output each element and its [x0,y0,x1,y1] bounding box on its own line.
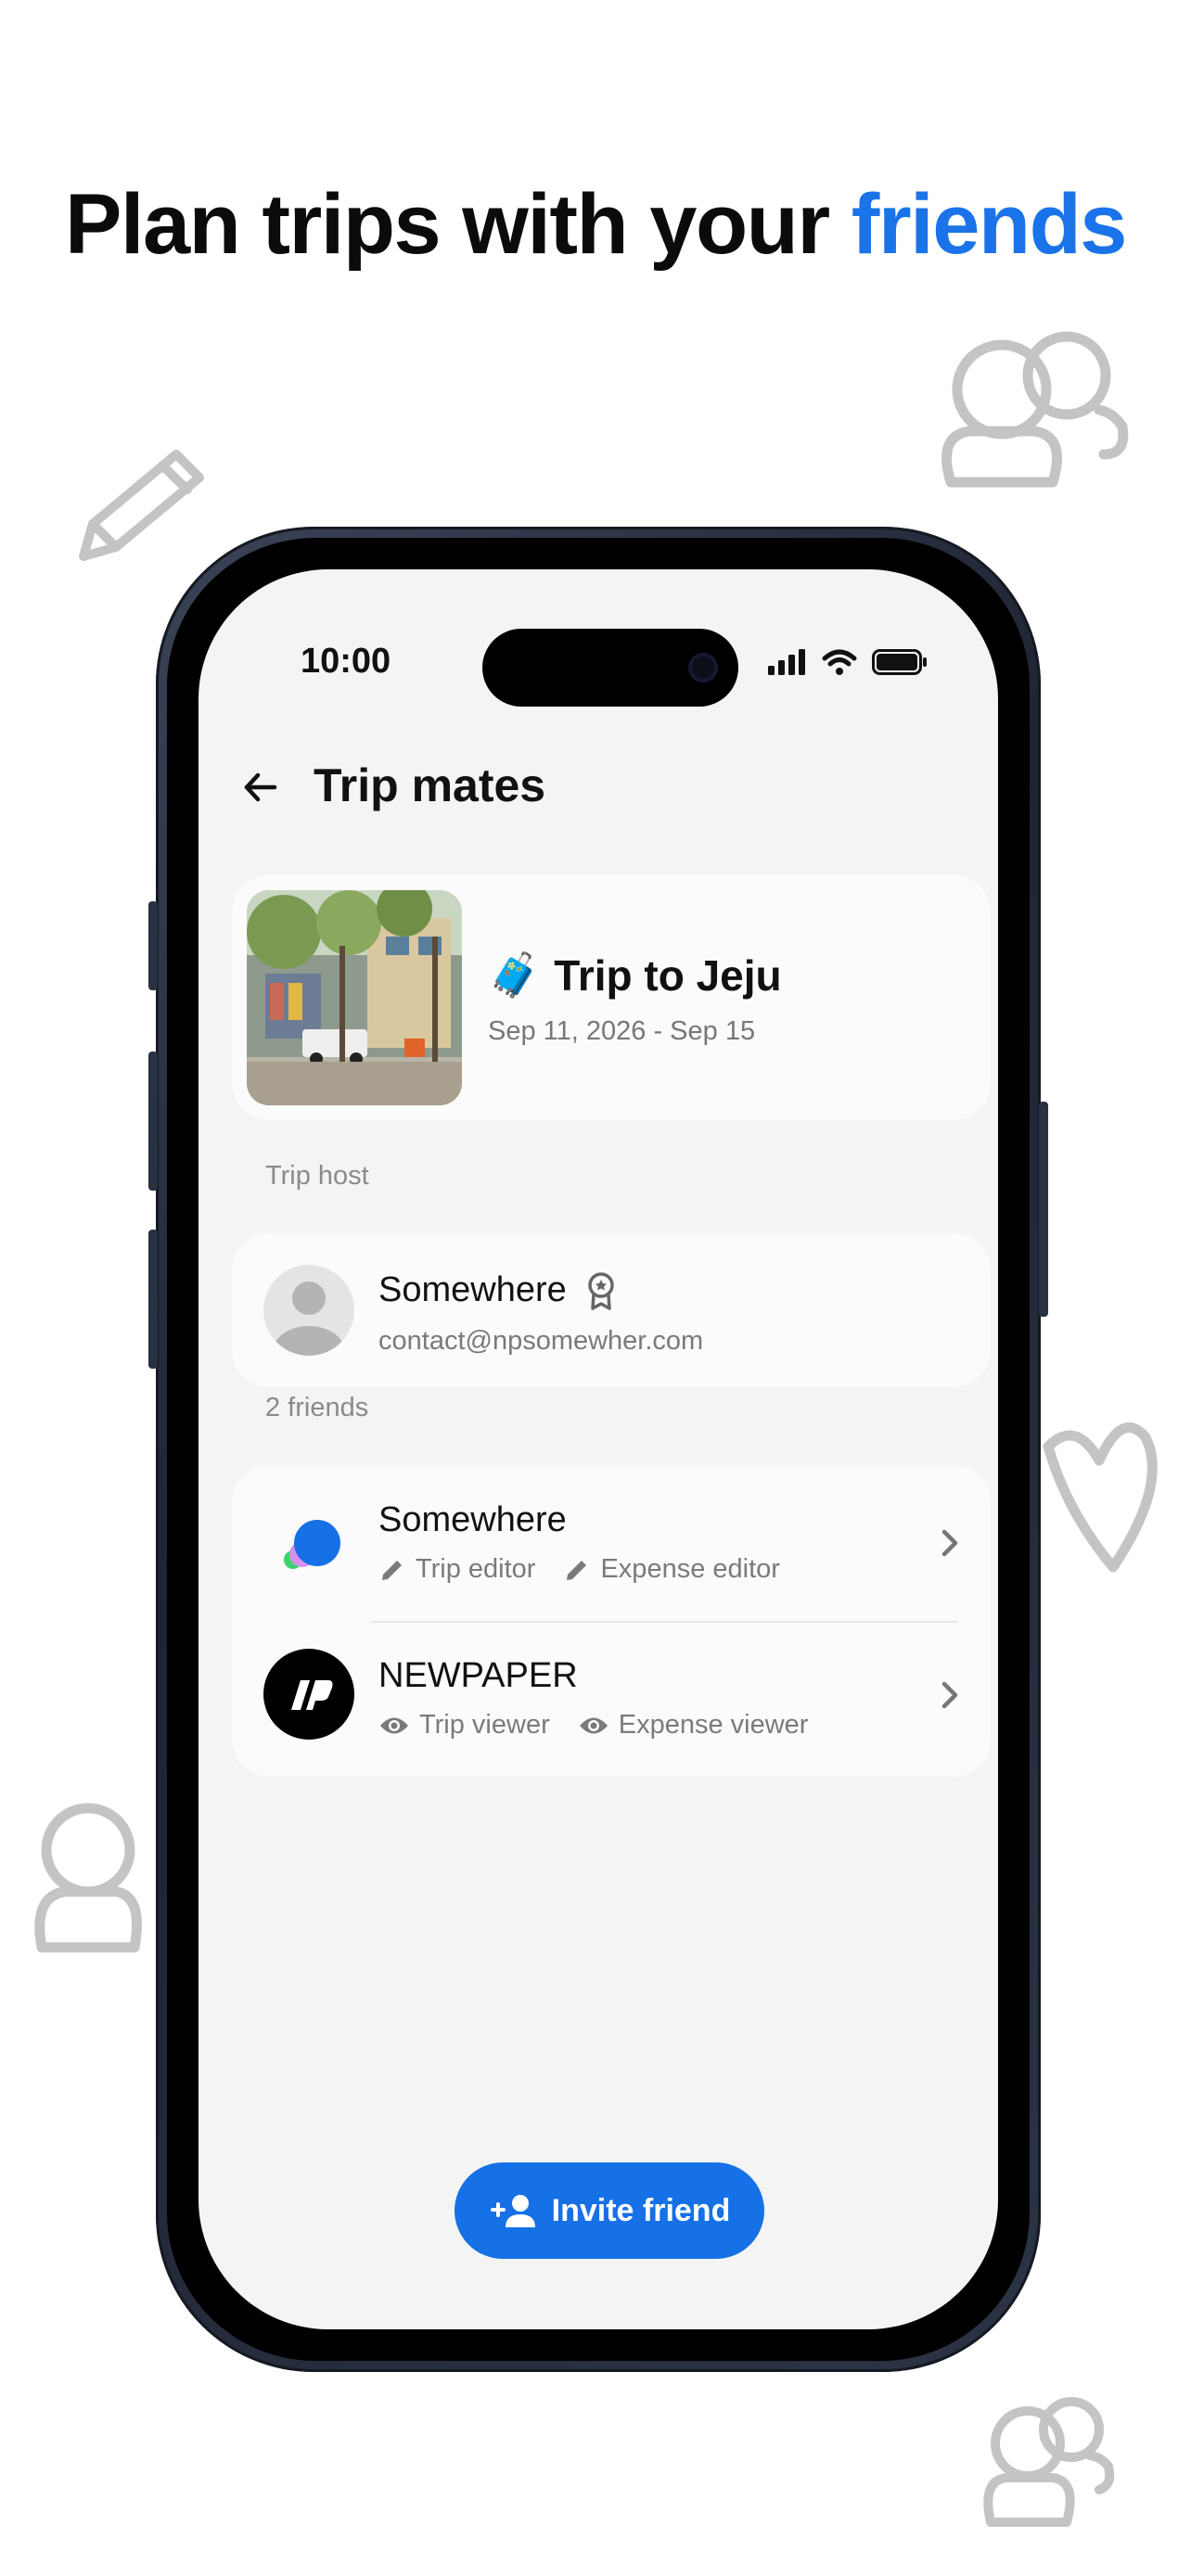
back-button[interactable] [237,764,284,810]
host-badge-icon [588,1271,614,1310]
add-person-icon [490,2195,535,2227]
friend-avatar [263,1497,354,1588]
chevron-right-icon [941,1681,958,1709]
group-doodle-icon [928,325,1141,501]
battery-icon [872,649,927,675]
status-time: 10:00 [301,642,391,681]
trip-name: Trip to Jeju [554,950,782,1000]
headline-accent: friends [851,177,1128,272]
trip-emoji: 🧳 [488,950,542,999]
signal-icon [768,649,805,675]
chevron-right-icon [941,1529,958,1557]
group-doodle-bottom-icon [974,2392,1122,2531]
person-doodle-icon [28,1799,148,1957]
friend-avatar [263,1649,354,1740]
page-title: Trip mates [314,759,546,811]
list-item[interactable]: Somewhere Trip editor Expense editor [232,1465,991,1621]
back-arrow-icon [244,772,277,802]
eye-icon [380,1717,408,1733]
volume-up-button [148,1052,158,1191]
permission-expense: Expense viewer [578,1710,808,1741]
heart-doodle-icon [1030,1409,1169,1576]
permission-trip: Trip viewer [378,1710,550,1741]
phone-frame: 10:00 Trip mates 🧳 Trip to Jeju Sep 11, … [148,527,1048,2372]
invite-friend-button[interactable]: Invite friend [455,2162,764,2259]
action-button [148,901,158,990]
friend-name: Somewhere [378,1500,567,1539]
host-name-row: Somewhere [378,1270,617,1310]
pencil-doodle-icon [65,436,213,575]
invite-friend-label: Invite friend [551,2192,731,2228]
volume-down-button [148,1230,158,1369]
host-email: contact@npsomewher.com [378,1326,704,1356]
eye-icon [579,1717,608,1733]
power-button [1039,1102,1048,1317]
friend-permissions: Trip editor Expense editor [378,1554,799,1585]
friends-count-label: 2 friends [265,1393,369,1422]
trip-photo [247,890,462,1105]
friends-card: Somewhere Trip editor Expense editor NEW… [232,1465,991,1777]
pencil-icon [567,1560,587,1580]
pencil-icon [382,1560,402,1580]
headline-main: Plan trips with your [65,177,830,272]
host-card[interactable]: Somewhere contact@npsomewher.com [232,1233,991,1387]
dynamic-island [482,629,738,707]
friend-name: NEWPAPER [378,1656,578,1695]
trip-title: 🧳 Trip to Jeju [488,950,782,1001]
host-name: Somewhere [378,1270,567,1309]
host-avatar [263,1265,354,1356]
trip-card[interactable]: 🧳 Trip to Jeju Sep 11, 2026 - Sep 15 [232,875,991,1120]
permission-trip: Trip editor [378,1554,535,1585]
headline: Plan trips with your friends [0,176,1191,274]
list-item[interactable]: NEWPAPER Trip viewer Expense viewer [232,1623,991,1777]
wifi-icon [822,649,857,675]
trip-host-label: Trip host [265,1161,369,1191]
friend-permissions: Trip viewer Expense viewer [378,1710,826,1741]
permission-expense: Expense editor [563,1554,780,1585]
status-icons [768,649,928,675]
app-screen: 10:00 Trip mates 🧳 Trip to Jeju Sep 11, … [198,569,998,2329]
trip-dates: Sep 11, 2026 - Sep 15 [488,1016,756,1046]
